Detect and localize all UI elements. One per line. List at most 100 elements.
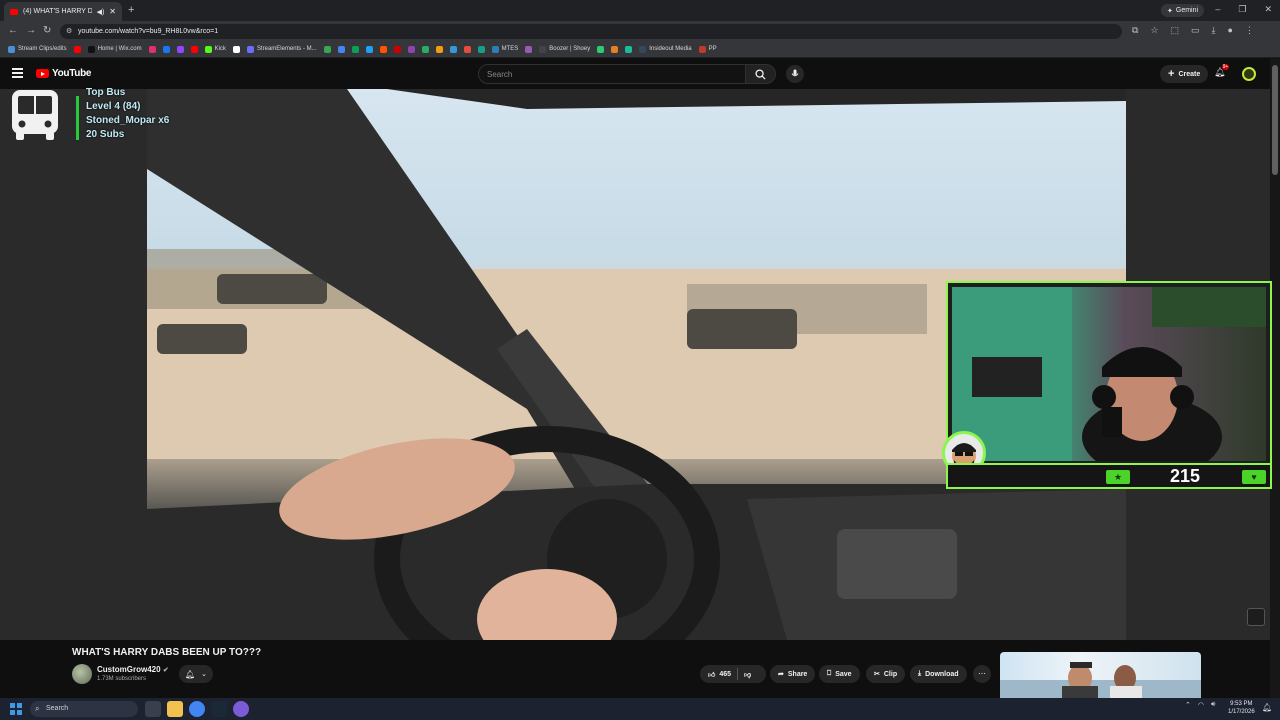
volume-icon[interactable]: 🔊︎ (1211, 701, 1215, 709)
search-input[interactable]: Search (478, 64, 746, 84)
recommended-video-thumbnail[interactable] (1000, 652, 1201, 698)
bookmark-item[interactable]: Insideout Media (637, 43, 693, 56)
bookmark-item[interactable] (336, 43, 347, 56)
bookmark-item[interactable] (231, 43, 242, 56)
file-explorer-icon[interactable] (167, 701, 183, 717)
bookmark-item[interactable] (378, 43, 389, 56)
cast-icon[interactable]: ⧉ (1132, 25, 1138, 36)
youtube-logo[interactable]: YouTube (36, 68, 92, 79)
sidepanel-icon[interactable]: ▭ (1191, 25, 1200, 36)
start-menu-icon[interactable] (10, 703, 22, 715)
bookmark-favicon-icon (597, 45, 605, 53)
address-bar[interactable]: ⚙ youtube.com/watch?v=bu9_RH8L0vw&rco=1 (60, 24, 1122, 39)
task-view-icon[interactable] (145, 701, 161, 717)
download-button[interactable]: ⤓ Download (910, 665, 967, 683)
bookmark-item[interactable] (623, 43, 634, 56)
save-button[interactable]: ⎕ Save (819, 665, 860, 683)
tab-audio-icon[interactable]: ◀) (97, 8, 105, 16)
bookmark-item[interactable]: Stream Clips/edits (6, 43, 69, 56)
bookmark-item[interactable] (595, 43, 606, 56)
bookmark-favicon-icon (176, 45, 184, 53)
channel-name-text: CustomGrow420 (97, 665, 161, 674)
bookmark-item[interactable] (392, 43, 403, 56)
bookmark-item[interactable] (72, 43, 83, 56)
bookmark-star-icon[interactable]: ☆ (1150, 25, 1158, 36)
new-tab-button[interactable]: + (128, 4, 134, 16)
bookmark-item[interactable]: StreamElements - M... (245, 43, 319, 56)
chrome-icon[interactable] (189, 701, 205, 717)
webcam-footer: ★ 215 ♥ (948, 463, 1270, 487)
bookmark-item[interactable]: Home | Wix.com (86, 43, 144, 56)
forward-icon[interactable]: → (26, 25, 36, 36)
bookmark-item[interactable] (420, 43, 431, 56)
scroll-thumb[interactable] (1272, 65, 1278, 175)
menu-icon[interactable]: ⋮ (1245, 25, 1254, 36)
bookmark-item[interactable] (322, 43, 333, 56)
bookmark-item[interactable] (147, 43, 158, 56)
gemini-button[interactable]: ✦ Gemini (1161, 4, 1205, 17)
reload-icon[interactable]: ↻ (43, 25, 51, 36)
bookmark-favicon-icon (539, 45, 547, 53)
bookmark-item[interactable]: MTES (490, 43, 521, 56)
bookmark-favicon-icon (698, 45, 706, 53)
close-window-icon[interactable]: ✕ (1264, 4, 1272, 15)
plus-icon: + (1168, 68, 1175, 80)
bookmark-item[interactable] (350, 43, 361, 56)
bookmark-item[interactable]: Boozer | Shoey (537, 43, 592, 56)
bookmark-item[interactable] (462, 43, 473, 56)
webcam-feed (952, 287, 1266, 461)
gemini-sparkle-icon: ✦ (1167, 7, 1173, 15)
steam-icon[interactable] (211, 701, 227, 717)
channel-name[interactable]: CustomGrow420 ✔ (97, 665, 169, 674)
bookmark-label: Boozer | Shoey (549, 46, 591, 52)
bookmark-item[interactable]: PP (697, 43, 719, 56)
bookmark-favicon-icon (639, 45, 647, 53)
bookmark-item[interactable]: Kick (203, 43, 228, 56)
channel-avatar[interactable] (72, 664, 92, 684)
wifi-icon[interactable]: ◠ (1198, 701, 1204, 709)
tray-chevron-icon[interactable]: ⌃ (1185, 701, 1191, 709)
bookmark-item[interactable] (476, 43, 487, 56)
thumbs-down-icon[interactable]: 👎︎ (744, 670, 751, 679)
bookmark-item[interactable] (175, 43, 186, 56)
bookmark-favicon-icon (162, 45, 170, 53)
tab-close-icon[interactable]: ✕ (109, 7, 116, 16)
clip-button[interactable]: ✂ Clip (866, 665, 906, 683)
bookmark-item[interactable] (189, 43, 200, 56)
account-avatar[interactable] (1242, 67, 1256, 81)
bookmark-item[interactable] (364, 43, 375, 56)
bookmark-label: Insideout Media (649, 46, 692, 52)
download-icon[interactable]: ⤓ (1212, 25, 1216, 36)
profile-icon[interactable]: ● (1228, 25, 1233, 36)
toolbar-icons: ⧉ ☆ ⬚ ▭ ⤓ ● ⋮ (1132, 25, 1254, 36)
bookmark-favicon-icon (525, 45, 533, 53)
bookmark-item[interactable] (406, 43, 417, 56)
app-icon[interactable] (233, 701, 249, 717)
bookmark-favicon-icon (477, 45, 485, 53)
extensions-icon[interactable]: ⬚ (1171, 25, 1180, 36)
bookmark-favicon-icon (421, 45, 429, 53)
scissors-icon: ✂ (874, 671, 880, 678)
channel-watermark-icon[interactable] (1247, 608, 1265, 626)
site-info-icon[interactable]: ⚙ (66, 27, 72, 35)
search-button[interactable] (745, 64, 776, 84)
tab-youtube[interactable]: (4) WHAT'S HARRY DABS B ◀) ✕ (4, 2, 122, 21)
bookmark-item[interactable] (161, 43, 172, 56)
bookmark-item[interactable] (609, 43, 620, 56)
back-icon[interactable]: ← (8, 25, 18, 36)
taskbar-clock[interactable]: 9:53 PM 1/17/2026 (1228, 700, 1255, 716)
bookmark-item[interactable] (448, 43, 459, 56)
more-actions-button[interactable]: ⋯ (973, 665, 991, 683)
like-button[interactable]: 👍︎ 465 (708, 670, 731, 679)
guide-menu-icon[interactable] (12, 68, 23, 80)
voice-search-button[interactable] (786, 65, 804, 83)
bookmark-item[interactable] (434, 43, 445, 56)
create-button[interactable]: + Create (1160, 65, 1209, 83)
maximize-icon[interactable]: ❐ (1238, 4, 1246, 15)
subscription-bell-button[interactable]: 🔔︎ ⌄ (179, 665, 213, 683)
notification-center-icon[interactable]: 🔔︎ (1262, 703, 1272, 712)
bookmark-item[interactable] (523, 43, 534, 56)
taskbar-search[interactable]: ⌕ Search (30, 701, 138, 717)
minimize-icon[interactable]: – (1215, 4, 1220, 15)
share-button[interactable]: ➦ Share (770, 665, 816, 683)
